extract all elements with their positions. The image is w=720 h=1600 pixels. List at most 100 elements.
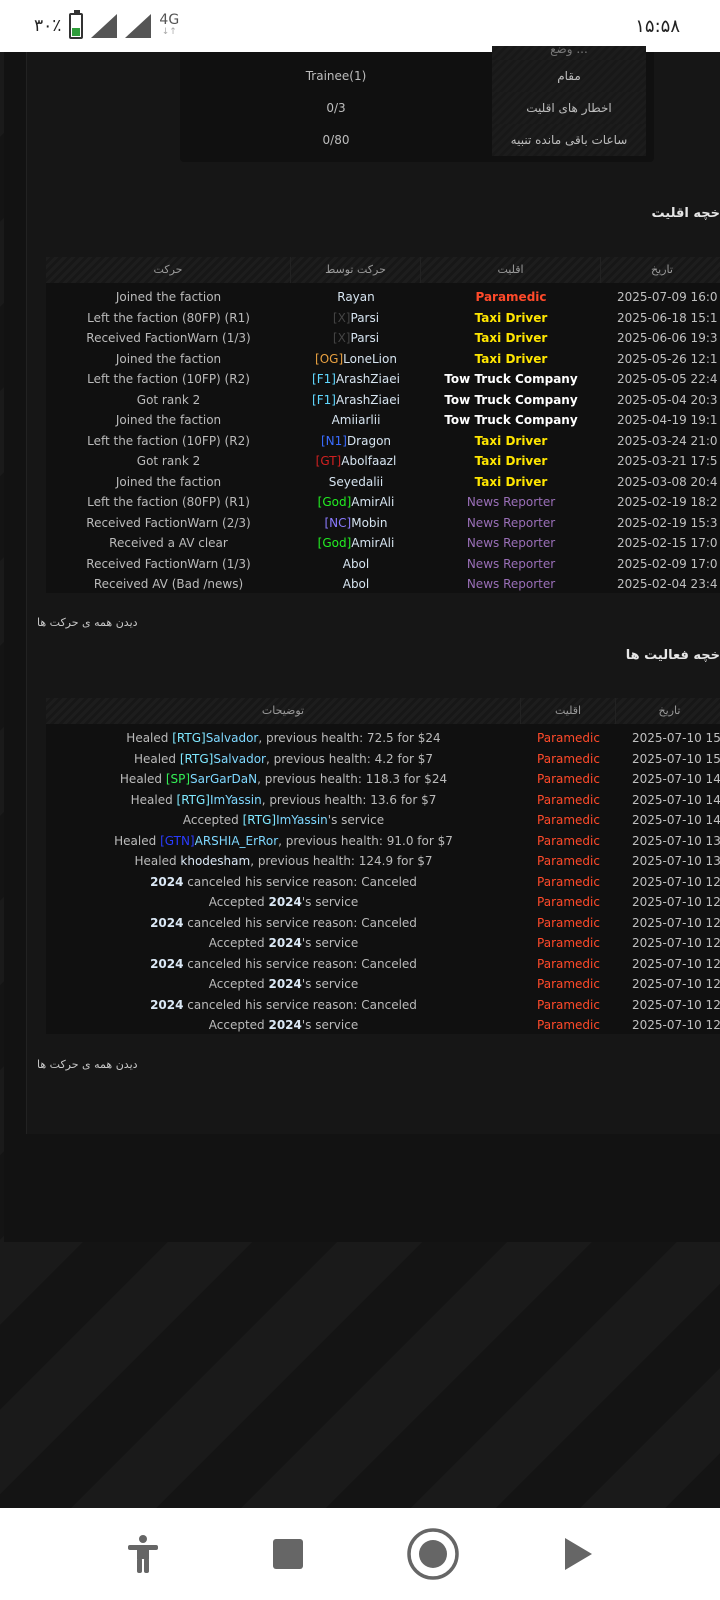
table-row: Accepted 2024's service Paramedic 2025-07-… (46, 892, 720, 913)
by-cell[interactable]: [N1]Dragon (291, 431, 421, 452)
by-cell[interactable]: [F1]ArashZiaei (291, 369, 421, 390)
faction-cell: Paramedic (537, 977, 600, 991)
faction-cell: News Reporter (466, 577, 556, 591)
faction-cell: Taxi Driver (474, 331, 548, 345)
play-button[interactable] (548, 1524, 608, 1584)
info-row-partial: وضع ... (180, 46, 654, 60)
col-date: تاریخ (616, 698, 720, 724)
status-bar: ۳۰٪ 4G ↓↑ ۱۵:۵۸ (0, 0, 720, 52)
table-row: Left the faction (10FP) (R2) [F1]ArashZia… (46, 369, 720, 390)
description-cell: Healed [RTG]ImYassin, previous health: 1… (46, 790, 521, 811)
by-cell[interactable]: [X]Parsi (291, 308, 421, 329)
record-icon (406, 1528, 459, 1580)
record-button[interactable] (403, 1524, 463, 1584)
date-cell: 2025-07-10 12: (632, 956, 720, 971)
player-name: 2024 (268, 936, 302, 950)
by-cell[interactable]: Abol (291, 554, 421, 575)
by-cell[interactable]: [NC]Mobin (291, 513, 421, 534)
clan-tag: [SP] (165, 772, 191, 786)
faction-cell: Paramedic (537, 813, 600, 827)
date-cell: 2025-05-05 22:4 (617, 372, 718, 386)
date-cell: 2025-07-10 12: (632, 936, 720, 950)
table-row: Accepted 2024's service Paramedic 2025-07-… (46, 933, 720, 954)
date-cell: 2025-02-15 17:0 (617, 536, 718, 550)
info-row: Trainee(1) مقام (180, 60, 654, 92)
table-row: Received FactionWarn (2/3) [NC]Mobin News … (46, 513, 720, 534)
info-row: 0/3 اخطار های اقلیت (180, 92, 654, 124)
by-cell[interactable]: [X]Parsi (291, 328, 421, 349)
desc-suffix: canceled his service reason: Canceled (183, 915, 417, 930)
player-name: 2024 (150, 874, 184, 889)
date-cell: 2025-07-10 12: (632, 1018, 720, 1032)
clan-tag: [X] (332, 331, 351, 345)
action-cell: Got rank 2 (136, 392, 201, 407)
desc-prefix: Accepted (208, 1018, 269, 1032)
desc-prefix: Healed (133, 751, 180, 766)
table-row: Healed [RTG]Salvador, previous health: 4… (46, 749, 720, 770)
table-row: Accepted [RTG]ImYassin's service Paramedi… (46, 810, 720, 831)
date-cell: 2025-07-10 12: (632, 915, 720, 930)
date-cell: 2025-07-10 12: (632, 895, 720, 909)
accessibility-button[interactable] (113, 1524, 173, 1584)
player-name: khodesham (180, 854, 251, 868)
network-icon: 4G ↓↑ (159, 12, 180, 37)
table-row: Received FactionWarn (1/3) Abol News Repor… (46, 554, 720, 575)
profile-panel: وضع ... Trainee(1) مقام 0/3 اخطار های اقلیت… (4, 46, 720, 1242)
by-cell[interactable]: [God]AmirAli (291, 533, 421, 554)
table-row: Left the faction (80FP) (R1) [X]Parsi Taxi… (46, 308, 720, 329)
action-cell: Received AV (Bad /news) (93, 577, 244, 591)
by-cell[interactable]: [OG]LoneLion (291, 349, 421, 370)
status-icons: ۳۰٪ 4G ↓↑ (34, 10, 180, 39)
by-cell[interactable]: Amiiarlii (291, 410, 421, 431)
date-cell: 2025-07-10 14: (632, 813, 720, 827)
description-cell: Healed [RTG]Salvador, previous health: 7… (46, 728, 521, 749)
table-row: Received a AV clear [God]AmirAli News Repo… (46, 533, 720, 554)
view-all-activity-link[interactable]: دیدن همه ی حرکت ها (37, 1058, 138, 1071)
by-cell[interactable]: Abol (291, 574, 421, 595)
faction-cell: News Reporter (466, 495, 556, 509)
faction-cell: Taxi Driver (474, 433, 548, 448)
player-name: 2024 (150, 915, 184, 930)
player-name: LoneLion (343, 351, 397, 366)
date-cell: 2025-02-09 17:0 (617, 556, 718, 571)
date-cell: 2025-07-10 13: (632, 854, 720, 868)
table-row: Received FactionWarn (1/3) [X]Parsi Taxi D… (46, 328, 720, 349)
by-cell[interactable]: Rayan (291, 287, 421, 308)
by-cell[interactable]: [GT]Abolfaazl (291, 451, 421, 472)
desc-prefix: Healed (134, 854, 181, 868)
table-row: Joined the faction Amiiarlii Tow Truck Com… (46, 410, 720, 431)
date-cell: 2025-07-10 12: (632, 997, 720, 1012)
view-all-faction-link[interactable]: دیدن همه ی حرکت ها (37, 616, 138, 629)
action-cell: Joined the faction (115, 290, 222, 304)
table-row: Left the faction (80FP) (R1) [God]AmirAli… (46, 492, 720, 513)
date-cell: 2025-03-08 20:4 (617, 474, 718, 489)
player-name: Parsi (350, 331, 380, 345)
clan-tag: [NC] (324, 515, 352, 530)
clan-tag: [GTN] (160, 833, 195, 848)
table-row: Joined the faction Seyedalii Taxi Driver 20… (46, 472, 720, 493)
navigation-bar (0, 1508, 720, 1600)
table-row: Joined the faction Rayan Paramedic 2025-07-… (46, 287, 720, 308)
action-cell: Joined the faction (115, 413, 222, 427)
description-cell: Accepted 2024's service (46, 1015, 521, 1036)
clan-tag: [RTG] (176, 792, 210, 807)
action-cell: Joined the faction (115, 351, 222, 366)
by-cell[interactable]: [F1]ArashZiaei (291, 390, 421, 411)
table-row: 2024 canceled his service reason: Cancel… (46, 913, 720, 934)
player-name: AmirAli (351, 536, 395, 550)
by-cell[interactable]: [God]AmirAli (291, 492, 421, 513)
description-cell: Accepted 2024's service (46, 974, 521, 995)
action-cell: Received FactionWarn (1/3) (86, 556, 251, 571)
info-value: 0/3 (326, 101, 346, 115)
signal-icon-2 (125, 14, 152, 38)
player-name: 2024 (268, 977, 302, 991)
player-name: Abol (342, 556, 370, 571)
by-cell[interactable]: Seyedalii (291, 472, 421, 493)
stop-button[interactable] (258, 1524, 318, 1584)
date-cell: 2025-04-19 19:1 (617, 413, 718, 427)
clan-tag: [X] (332, 310, 351, 325)
page-content[interactable]: وضع ... Trainee(1) مقام 0/3 اخطار های اقلیت… (0, 46, 720, 1508)
table-row: Joined the faction [OG]LoneLion Taxi Drive… (46, 349, 720, 370)
info-value: Trainee(1) (305, 69, 367, 83)
description-cell: 2024 canceled his service reason: Cancel… (46, 872, 521, 893)
